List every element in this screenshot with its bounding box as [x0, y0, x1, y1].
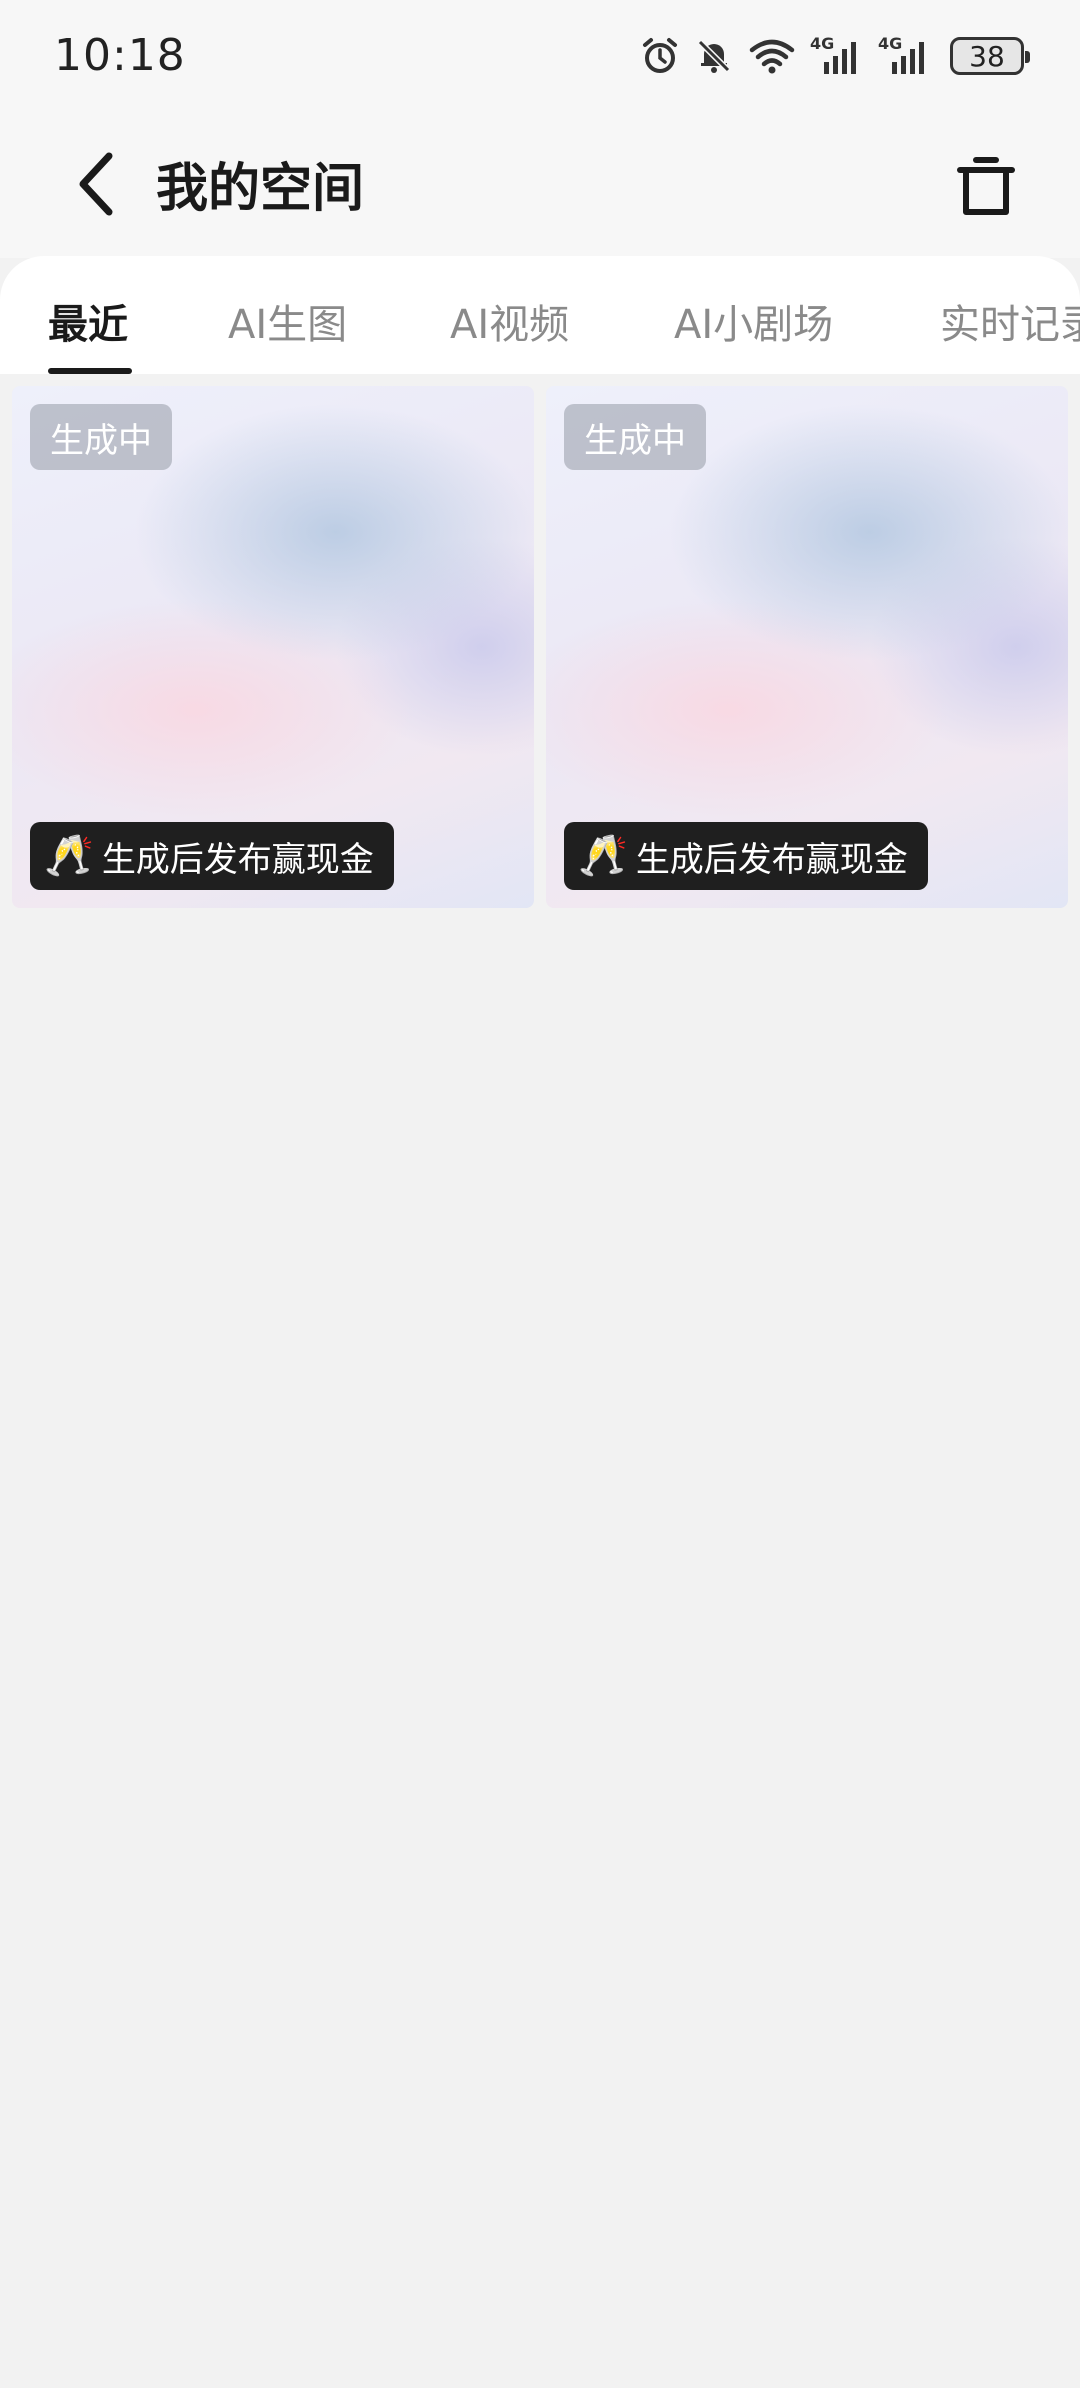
- signal-label: 4G: [810, 34, 835, 53]
- generation-card[interactable]: 生成中 🥂 生成后发布赢现金: [546, 386, 1068, 908]
- back-button[interactable]: [60, 144, 130, 224]
- signal-4g-icon: 4G: [810, 34, 864, 78]
- trash-button[interactable]: [948, 146, 1024, 226]
- cheers-icon: 🥂: [578, 833, 628, 879]
- status-bar: 10:18 4G 4G 38: [0, 0, 1080, 116]
- trash-icon: [957, 157, 1015, 215]
- chevron-left-icon: [79, 152, 113, 216]
- status-icons: 4G 4G 38: [640, 34, 1030, 78]
- my-space-screen: 10:18 4G 4G 38 我的空间 最近 AI生图 AI视频 AI小剧场 实…: [0, 0, 1080, 2388]
- generation-card[interactable]: 生成中 🥂 生成后发布赢现金: [12, 386, 534, 908]
- alarm-icon: [640, 34, 680, 78]
- status-badge: 生成中: [564, 404, 706, 470]
- page-title: 我的空间: [156, 159, 365, 219]
- tab-bar: 最近 AI生图 AI视频 AI小剧场 实时记录: [0, 256, 1080, 374]
- promo-text: 生成后发布赢现金: [101, 839, 374, 880]
- tab-recent[interactable]: 最近: [48, 292, 128, 350]
- tab-ai-video[interactable]: AI视频: [450, 292, 569, 350]
- header: 我的空间: [0, 116, 1080, 258]
- status-time: 10:18: [54, 30, 186, 81]
- tab-live-record[interactable]: 实时记录: [940, 292, 1080, 350]
- promo-badge[interactable]: 🥂 生成后发布赢现金: [564, 822, 928, 890]
- tab-ai-image[interactable]: AI生图: [228, 292, 347, 350]
- status-badge: 生成中: [30, 404, 172, 470]
- signal-label: 4G: [878, 34, 903, 53]
- signal-4g-icon: 4G: [878, 34, 932, 78]
- battery-icon: 38: [950, 34, 1030, 78]
- bell-off-icon: [694, 34, 734, 78]
- battery-level: 38: [950, 37, 1030, 75]
- tab-ai-theater[interactable]: AI小剧场: [674, 292, 833, 350]
- promo-badge[interactable]: 🥂 生成后发布赢现金: [30, 822, 394, 890]
- promo-text: 生成后发布赢现金: [635, 839, 908, 880]
- cheers-icon: 🥂: [44, 833, 94, 879]
- wifi-icon: [748, 34, 796, 78]
- active-tab-indicator: [48, 368, 132, 374]
